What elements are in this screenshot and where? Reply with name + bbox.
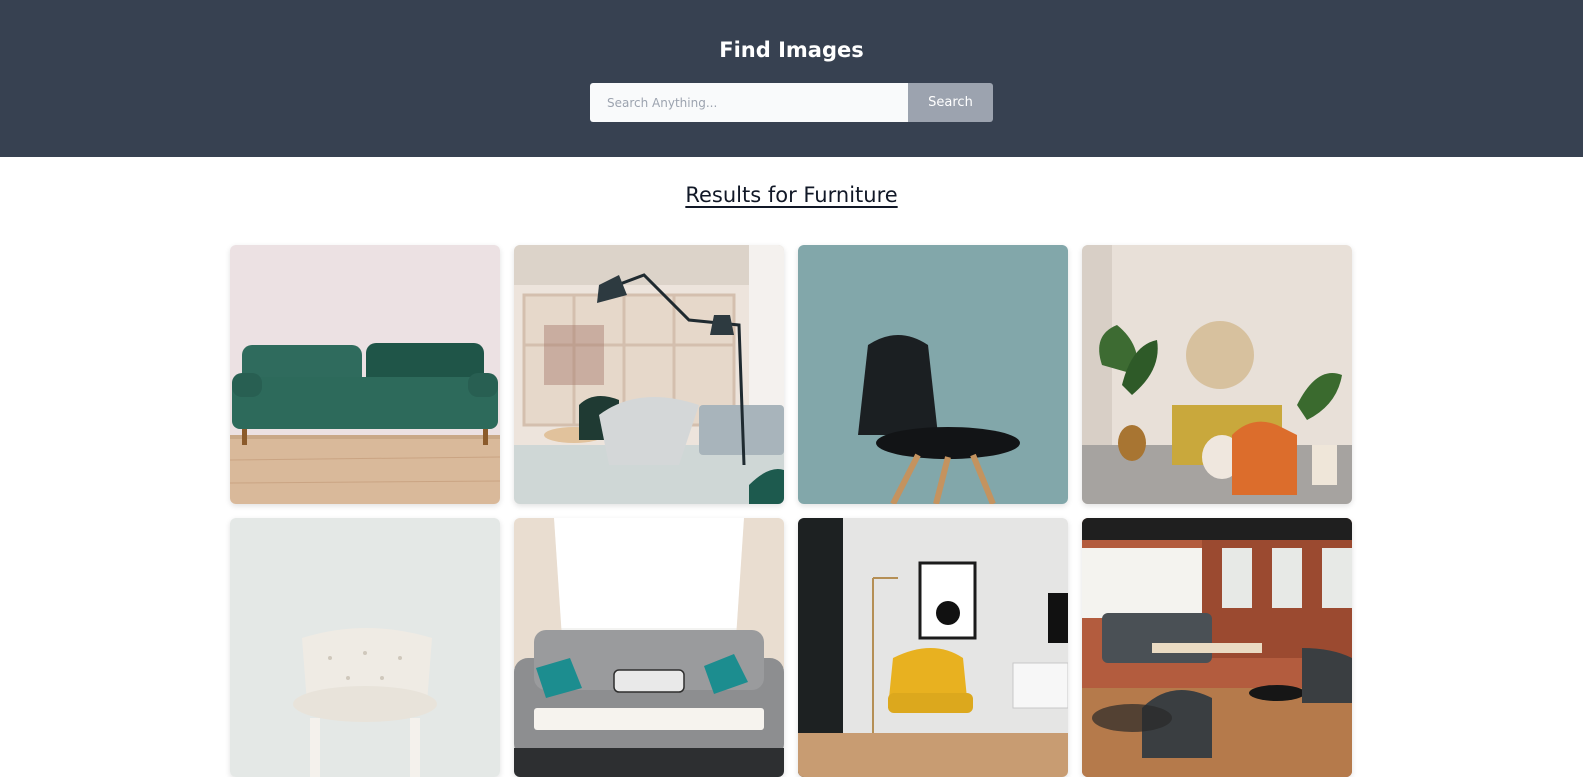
- photo-green-velvet-sofa: [230, 245, 500, 504]
- page-title: Find Images: [719, 38, 864, 62]
- image-card-green-velvet-sofa[interactable]: [230, 245, 500, 504]
- results-heading: Results for Furniture: [685, 183, 898, 207]
- image-card-black-chair-on-teal[interactable]: [798, 245, 1068, 504]
- image-card-living-room-orange-armchair[interactable]: [1082, 245, 1352, 504]
- photo-loft-lounge: [1082, 518, 1352, 777]
- image-card-white-tufted-chair[interactable]: [230, 518, 500, 777]
- photo-yellow-armchair: [798, 518, 1068, 777]
- photo-grey-sofa: [514, 518, 784, 777]
- header: Find Images Search: [0, 0, 1583, 157]
- image-grid: [230, 245, 1353, 777]
- photo-office-lounge: [514, 245, 784, 504]
- photo-black-chair: [798, 245, 1068, 504]
- photo-living-room: [1082, 245, 1352, 504]
- image-card-loft-lounge-grey-sofa[interactable]: [1082, 518, 1352, 777]
- search-form: Search: [590, 83, 993, 122]
- image-card-grey-sofa-with-cushions[interactable]: [514, 518, 784, 777]
- image-card-yellow-armchair-room[interactable]: [798, 518, 1068, 777]
- search-input[interactable]: [590, 83, 908, 122]
- search-button[interactable]: Search: [908, 83, 993, 122]
- image-card-office-lounge-with-floor-lamp[interactable]: [514, 245, 784, 504]
- photo-white-chair: [230, 518, 500, 777]
